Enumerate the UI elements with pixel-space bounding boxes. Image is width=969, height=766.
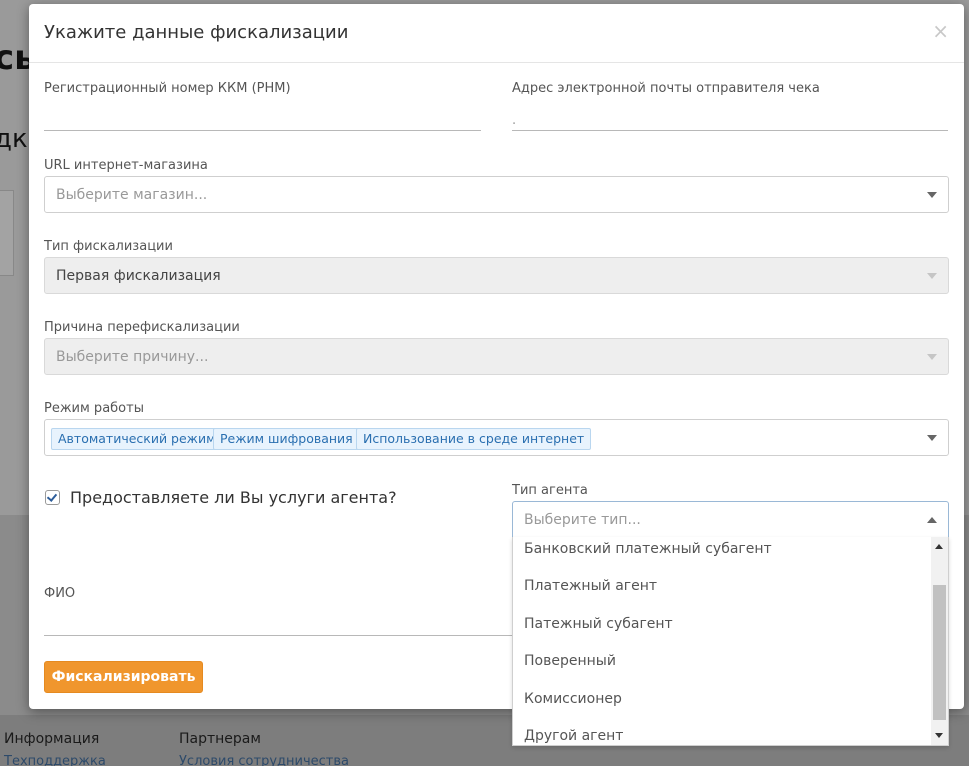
dropdown-option[interactable]: Другой агент	[524, 728, 623, 744]
background-subheading: дк	[0, 124, 28, 154]
dropdown-option[interactable]: Поверенный	[524, 653, 616, 669]
chevron-down-icon	[927, 354, 937, 360]
mode-multiselect[interactable]: Автоматический режим Режим шифрования Ис…	[44, 419, 949, 456]
chevron-down-icon	[927, 435, 937, 441]
rnm-label: Регистрационный номер ККМ (РНМ)	[44, 81, 291, 96]
email-input[interactable]: .	[512, 103, 948, 131]
footer-link-support: Техподдержка	[4, 754, 106, 766]
checkmark-icon	[46, 491, 58, 502]
modal-header: Укажите данные фискализации ×	[29, 4, 964, 63]
mode-label: Режим работы	[44, 401, 144, 416]
mode-tag[interactable]: Автоматический режим	[51, 428, 223, 450]
fiscal-type-value: Первая фискализация	[56, 268, 221, 284]
mode-tag[interactable]: Режим шифрования	[213, 428, 360, 450]
fio-input[interactable]	[44, 608, 512, 636]
footer-link-terms: Условия сотрудничества	[179, 754, 349, 766]
fiscal-type-label: Тип фискализации	[44, 239, 173, 254]
close-icon[interactable]: ×	[932, 19, 949, 43]
shop-url-placeholder: Выберите магазин...	[56, 187, 208, 203]
background-card	[0, 190, 14, 276]
dropdown-option[interactable]: Платежный агент	[524, 578, 657, 594]
agent-type-dropdown: Банковский платежный субагент Платежный …	[512, 537, 949, 746]
scroll-down-icon[interactable]	[935, 733, 943, 738]
email-label: Адрес электронной почты отправителя чека	[512, 81, 820, 96]
scroll-thumb[interactable]	[933, 585, 946, 720]
scroll-up-icon[interactable]	[935, 544, 943, 549]
dropdown-option[interactable]: Патежный субагент	[524, 616, 673, 632]
refiscal-reason-label: Причина перефискализации	[44, 320, 240, 335]
fiscal-type-select: Первая фискализация	[44, 257, 949, 294]
agent-checkbox-label[interactable]: Предоставляете ли Вы услуги агента?	[70, 488, 397, 507]
mode-tag[interactable]: Использование в среде интернет	[356, 428, 592, 450]
dropdown-option[interactable]: Комиссионер	[524, 691, 622, 707]
footer-title-partners: Партнерам	[179, 731, 261, 747]
chevron-down-icon	[927, 192, 937, 198]
rnm-input[interactable]	[44, 103, 481, 131]
agent-type-label: Тип агента	[512, 483, 588, 498]
agent-type-select[interactable]: Выберите тип...	[512, 501, 949, 538]
agent-type-placeholder: Выберите тип...	[524, 512, 641, 528]
footer-title-info: Информация	[4, 731, 100, 747]
agent-checkbox[interactable]	[45, 490, 60, 505]
refiscal-reason-placeholder: Выберите причину...	[56, 349, 209, 365]
shop-url-select[interactable]: Выберите магазин...	[44, 176, 949, 213]
dropdown-scrollbar[interactable]	[931, 537, 948, 745]
url-label: URL интернет-магазина	[44, 158, 208, 173]
chevron-down-icon	[927, 273, 937, 279]
fio-label: ФИО	[44, 586, 76, 601]
dropdown-option[interactable]: Банковский платежный субагент	[524, 541, 772, 557]
modal-title: Укажите данные фискализации	[44, 22, 349, 43]
chevron-up-icon	[927, 517, 937, 523]
fiscalize-button[interactable]: Фискализировать	[44, 661, 203, 693]
refiscal-reason-select: Выберите причину...	[44, 338, 949, 375]
